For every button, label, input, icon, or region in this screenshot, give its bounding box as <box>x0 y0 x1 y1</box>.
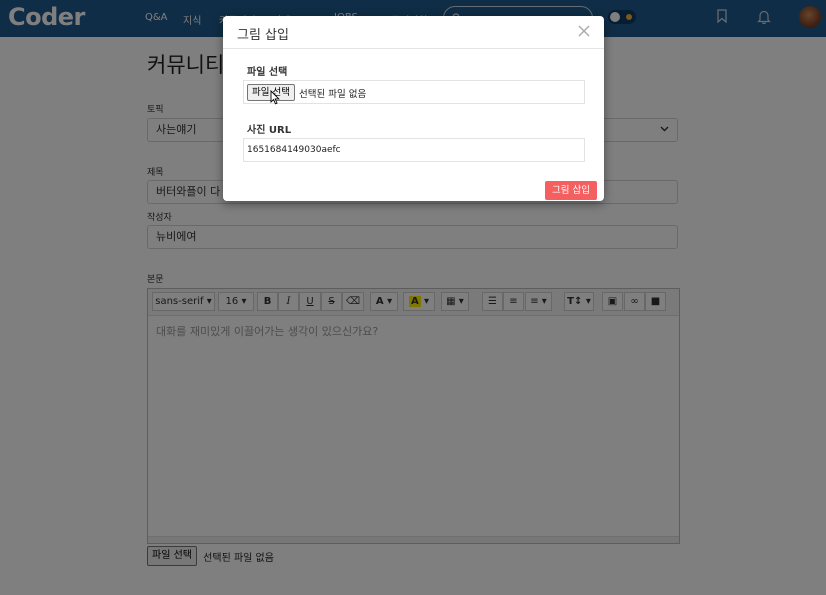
modal-title: 그림 삽입 <box>237 28 289 43</box>
image-url-value: 1651684149030aefc <box>247 145 341 155</box>
mouse-cursor-icon <box>270 90 280 105</box>
modal-file-label: 파일 선택 <box>247 67 288 78</box>
modal-header: 그림 삽입 <box>223 16 604 49</box>
close-icon[interactable] <box>577 24 591 38</box>
modal-url-label: 사진 URL <box>247 125 292 136</box>
image-url-input[interactable]: 1651684149030aefc <box>243 138 585 162</box>
modal-file-status: 선택된 파일 없음 <box>299 89 367 100</box>
insert-image-button[interactable]: 그림 삽입 <box>545 181 597 200</box>
insert-image-modal: 그림 삽입 파일 선택 파일 선택 선택된 파일 없음 사진 URL 16516… <box>223 16 604 201</box>
modal-file-input: 파일 선택 선택된 파일 없음 <box>243 80 585 104</box>
